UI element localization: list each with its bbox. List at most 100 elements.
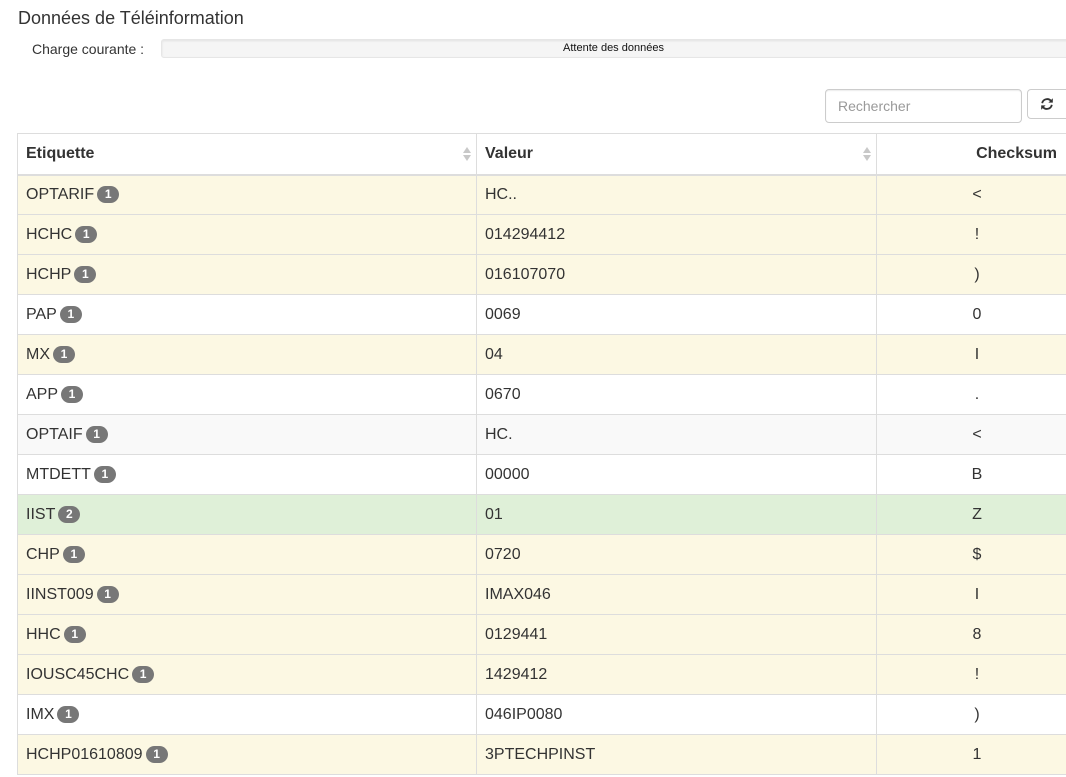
table-row: IIST 2 01 Z bbox=[17, 494, 1066, 535]
header-checksum[interactable]: Checksum bbox=[876, 133, 1066, 176]
valeur-cell: 04 bbox=[476, 334, 877, 375]
etiquette-cell: IOUSC45CHC 1 bbox=[17, 654, 477, 695]
count-badge: 1 bbox=[61, 385, 84, 403]
checksum-cell: I bbox=[876, 334, 1066, 375]
header-checksum-label: Checksum bbox=[976, 144, 1057, 162]
etiquette-cell: IINST009 1 bbox=[17, 574, 477, 615]
valeur-cell: HC. bbox=[476, 414, 877, 455]
count-badge: 1 bbox=[75, 225, 98, 243]
etiquette-cell: OPTAIF 1 bbox=[17, 414, 477, 455]
sort-icon bbox=[463, 146, 471, 162]
valeur-cell: 046IP0080 bbox=[476, 694, 877, 735]
table-row: IINST009 1 IMAX046 I bbox=[17, 574, 1066, 615]
valeur-cell: 016107070 bbox=[476, 254, 877, 295]
header-valeur-label: Valeur bbox=[485, 144, 534, 162]
count-badge: 1 bbox=[97, 185, 120, 203]
etiquette-cell: HCHP01610809 1 bbox=[17, 734, 477, 775]
valeur-cell: 3PTECHPINST bbox=[476, 734, 877, 775]
count-badge: 1 bbox=[93, 465, 116, 483]
count-badge: 1 bbox=[132, 665, 155, 683]
checksum-cell: . bbox=[876, 374, 1066, 415]
etiquette-cell: OPTARIF 1 bbox=[17, 174, 477, 215]
count-badge: 1 bbox=[53, 345, 75, 363]
table-row: MTDETT 1 00000 B bbox=[17, 454, 1066, 495]
header-valeur[interactable]: Valeur bbox=[476, 133, 877, 176]
teleinfo-table-container: Etiquette Valeur Checksum OPTARIF 1 HC.. < H… bbox=[17, 133, 1066, 777]
etiquette-cell: HCHC 1 bbox=[17, 214, 477, 255]
table-row: OPTARIF 1 HC.. < bbox=[17, 174, 1066, 215]
etiquette-label: HCHP bbox=[26, 265, 72, 283]
teleinfo-page: Données de Téléinformation Charge couran… bbox=[0, 0, 1066, 777]
table-row: IOUSC45CHC 1 1429412! bbox=[17, 654, 1066, 695]
etiquette-label: OPTARIF bbox=[26, 185, 95, 203]
etiquette-cell: HCHP 1 bbox=[17, 254, 477, 295]
header-etiquette-label: Etiquette bbox=[26, 144, 95, 162]
checksum-cell: ) bbox=[876, 254, 1066, 295]
count-badge: 1 bbox=[62, 545, 85, 563]
charge-label: Charge courante : bbox=[32, 41, 145, 57]
count-badge: 2 bbox=[58, 505, 81, 523]
table-row: HCHP01610809 1 3PTECHPINST 1 bbox=[17, 734, 1066, 775]
table-row: HCHP 1 016107070) bbox=[17, 254, 1066, 295]
checksum-cell: 8 bbox=[876, 614, 1066, 655]
valeur-cell: HC.. bbox=[476, 174, 877, 215]
checksum-cell: B bbox=[876, 454, 1066, 495]
table-header-row: Etiquette Valeur Checksum bbox=[17, 133, 1066, 176]
checksum-cell: ! bbox=[876, 214, 1066, 255]
charge-status-text: Attente des données bbox=[563, 42, 664, 54]
valeur-cell: 01 bbox=[476, 494, 877, 535]
etiquette-label: MX bbox=[26, 345, 50, 363]
valeur-cell: 0720 bbox=[476, 534, 877, 575]
etiquette-label: APP bbox=[26, 385, 59, 403]
table-row: HCHC 1 014294412! bbox=[17, 214, 1066, 255]
valeur-cell: 00000 bbox=[476, 454, 877, 495]
etiquette-cell: APP 1 bbox=[17, 374, 477, 415]
checksum-cell: ! bbox=[876, 654, 1066, 695]
table-body: OPTARIF 1 HC.. < HCHC 1 014294412! HCHP 1 0161070… bbox=[17, 174, 1066, 775]
refresh-icon bbox=[1041, 98, 1053, 110]
table-row: CHP 1 0720 $ bbox=[17, 534, 1066, 575]
etiquette-cell: HHC 1 bbox=[17, 614, 477, 655]
valeur-cell: 0670 bbox=[476, 374, 877, 415]
etiquette-label: IOUSC45CHC bbox=[26, 665, 130, 683]
valeur-cell: 1429412 bbox=[476, 654, 877, 695]
etiquette-label: HCHP01610809 bbox=[26, 745, 143, 763]
table-row: PAP 1 0069 0 bbox=[17, 294, 1066, 335]
checksum-cell: I bbox=[876, 574, 1066, 615]
valeur-cell: 0069 bbox=[476, 294, 877, 335]
header-etiquette[interactable]: Etiquette bbox=[17, 133, 477, 176]
table-row: APP 1 0670. bbox=[17, 374, 1066, 415]
sort-icon bbox=[863, 146, 871, 162]
checksum-cell: 1 bbox=[876, 734, 1066, 775]
search-input[interactable] bbox=[825, 89, 1022, 123]
etiquette-cell: MTDETT 1 bbox=[17, 454, 477, 495]
etiquette-label: IINST009 bbox=[26, 585, 94, 603]
checksum-cell: 0 bbox=[876, 294, 1066, 335]
valeur-cell: IMAX046 bbox=[476, 574, 877, 615]
etiquette-cell: CHP 1 bbox=[17, 534, 477, 575]
checksum-cell: Z bbox=[876, 494, 1066, 535]
etiquette-label: IIST bbox=[26, 505, 56, 523]
table-row: IMX 1 046IP0080) bbox=[17, 694, 1066, 735]
etiquette-label: OPTAIF bbox=[26, 425, 83, 443]
count-badge: 1 bbox=[96, 585, 119, 603]
etiquette-label: PAP bbox=[26, 305, 57, 323]
refresh-button[interactable] bbox=[1027, 89, 1066, 119]
etiquette-label: IMX bbox=[26, 705, 55, 723]
table-row: OPTAIF 1 HC. < bbox=[17, 414, 1066, 455]
charge-progress-bar: Attente des données bbox=[161, 39, 1066, 58]
table-row: MX 1 04 I bbox=[17, 334, 1066, 375]
checksum-cell: < bbox=[876, 174, 1066, 215]
etiquette-cell: MX 1 bbox=[17, 334, 477, 375]
checksum-cell: $ bbox=[876, 534, 1066, 575]
count-badge: 1 bbox=[145, 745, 168, 763]
etiquette-cell: IIST 2 bbox=[17, 494, 477, 535]
count-badge: 1 bbox=[63, 625, 86, 643]
etiquette-label: HHC bbox=[26, 625, 61, 643]
valeur-cell: 0129441 bbox=[476, 614, 877, 655]
etiquette-label: MTDETT bbox=[26, 465, 91, 483]
checksum-cell: < bbox=[876, 414, 1066, 455]
count-badge: 1 bbox=[85, 425, 108, 443]
checksum-cell: ) bbox=[876, 694, 1066, 735]
count-badge: 1 bbox=[59, 305, 82, 323]
